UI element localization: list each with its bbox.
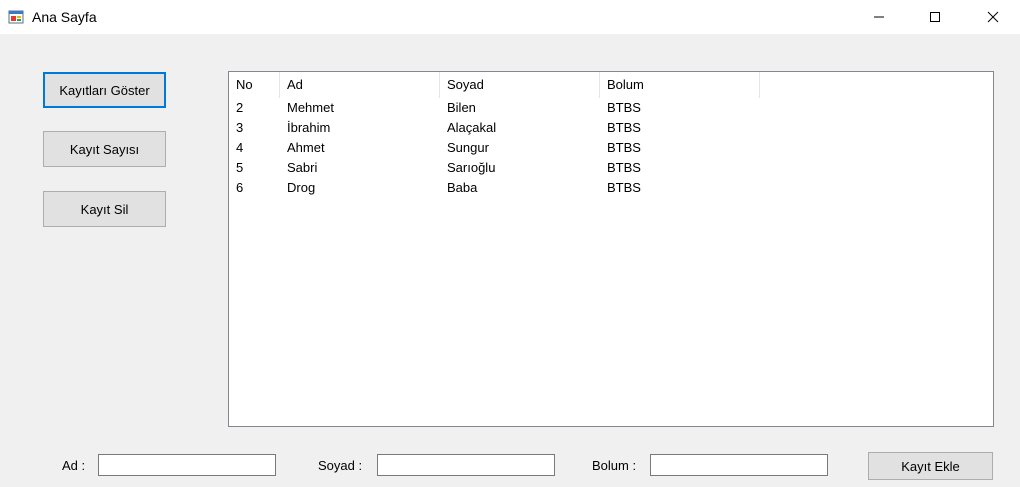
cell-no: 3	[236, 120, 244, 135]
cell-ad: Drog	[287, 180, 316, 195]
window-title: Ana Sayfa	[32, 9, 97, 25]
records-listview[interactable]: No Ad Soyad Bolum 2 Mehmet Bilen BTBS 3 …	[228, 71, 994, 427]
maximize-icon	[930, 11, 940, 22]
cell-soyad: Sungur	[447, 140, 489, 155]
column-header-soyad[interactable]: Soyad	[440, 72, 600, 98]
cell-no: 5	[236, 160, 244, 175]
add-record-button[interactable]: Kayıt Ekle	[868, 452, 993, 480]
listview-header: No Ad Soyad Bolum	[229, 72, 993, 98]
column-header-ad[interactable]: Ad	[280, 72, 440, 98]
cell-soyad: Alaçakal	[447, 120, 497, 135]
title-bar[interactable]: Ana Sayfa	[0, 0, 1020, 34]
list-item[interactable]: 4 Ahmet Sungur BTBS	[229, 138, 993, 158]
list-item[interactable]: 2 Mehmet Bilen BTBS	[229, 98, 993, 118]
cell-ad: Sabri	[287, 160, 318, 175]
cell-bolum: BTBS	[607, 120, 641, 135]
list-item[interactable]: 5 Sabri Sarıoğlu BTBS	[229, 158, 993, 178]
cell-soyad: Bilen	[447, 100, 476, 115]
show-records-button[interactable]: Kayıtları Göster	[43, 72, 166, 108]
cell-bolum: BTBS	[607, 140, 641, 155]
form-app-icon	[8, 10, 24, 24]
bolum-label: Bolum :	[592, 458, 637, 473]
record-count-button[interactable]: Kayıt Sayısı	[43, 131, 166, 167]
cell-bolum: BTBS	[607, 180, 641, 195]
cell-ad: Mehmet	[287, 100, 334, 115]
bolum-input[interactable]	[650, 454, 828, 476]
cell-soyad: Baba	[447, 180, 478, 195]
ad-input[interactable]	[98, 454, 276, 476]
column-header-no[interactable]: No	[229, 72, 280, 98]
maximize-button[interactable]	[912, 0, 958, 33]
column-header-bolum[interactable]: Bolum	[600, 72, 760, 98]
delete-record-button[interactable]: Kayıt Sil	[43, 191, 166, 227]
cell-ad: İbrahim	[287, 120, 331, 135]
list-item[interactable]: 3 İbrahim Alaçakal BTBS	[229, 118, 993, 138]
soyad-label: Soyad :	[318, 458, 363, 473]
cell-bolum: BTBS	[607, 160, 641, 175]
cell-bolum: BTBS	[607, 100, 641, 115]
ad-label: Ad :	[62, 458, 86, 473]
cell-no: 4	[236, 140, 244, 155]
close-button[interactable]	[970, 0, 1016, 33]
minimize-button[interactable]	[856, 0, 902, 33]
cell-soyad: Sarıoğlu	[447, 160, 496, 175]
cell-no: 6	[236, 180, 244, 195]
list-item[interactable]: 6 Drog Baba BTBS	[229, 178, 993, 198]
minimize-icon	[874, 16, 884, 17]
cell-ad: Ahmet	[287, 140, 325, 155]
close-icon	[987, 11, 999, 22]
soyad-input[interactable]	[377, 454, 555, 476]
cell-no: 2	[236, 100, 244, 115]
